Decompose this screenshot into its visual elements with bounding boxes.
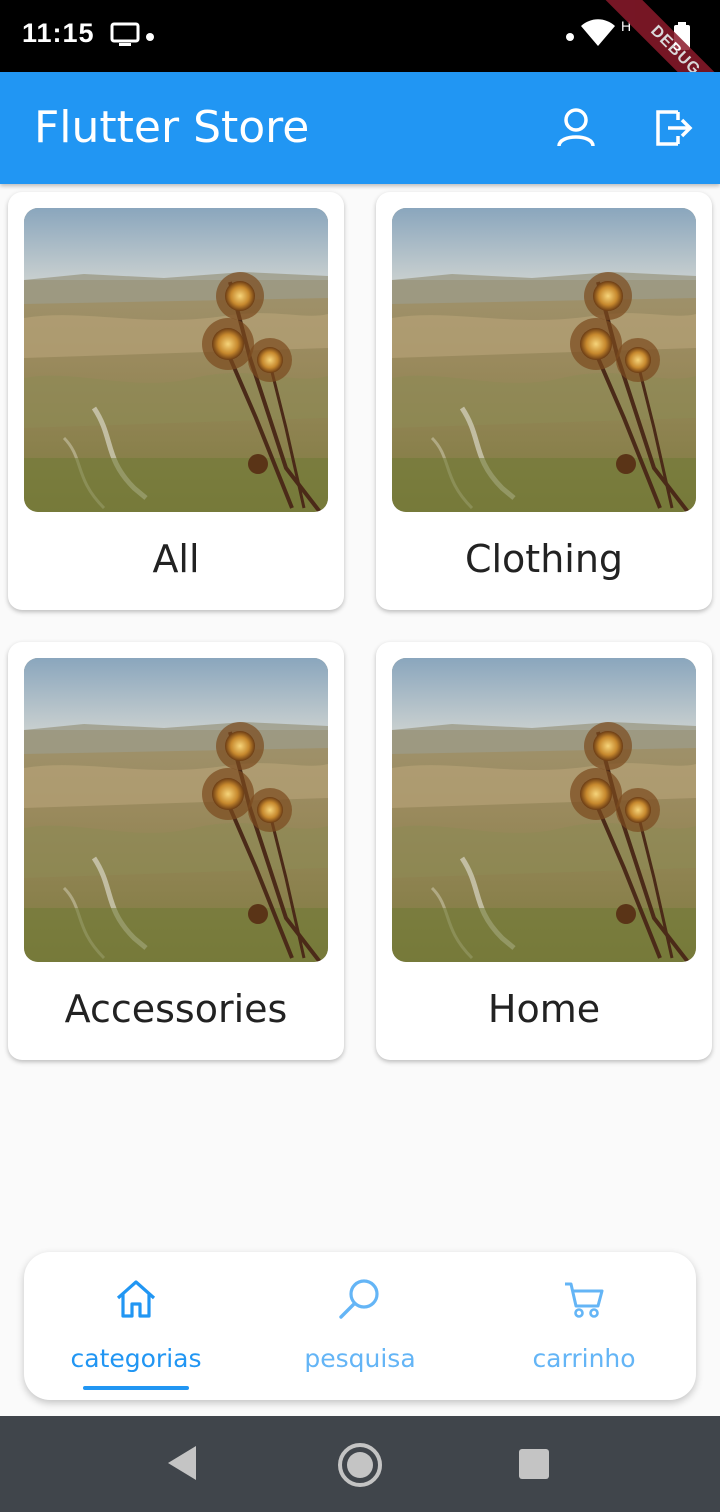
category-image — [24, 208, 328, 512]
notification-dot — [146, 33, 154, 41]
category-image — [24, 658, 328, 962]
home-icon — [116, 1280, 156, 1318]
nav-item-categorias[interactable]: categorias — [24, 1252, 248, 1400]
status-bar: 11:15 H — [0, 0, 720, 72]
category-image — [392, 208, 696, 512]
notification-dot — [566, 33, 574, 41]
search-icon — [339, 1279, 379, 1319]
category-label: Accessories — [64, 987, 288, 1031]
category-card-clothing[interactable]: Clothing — [376, 192, 712, 610]
status-time: 11:15 — [22, 18, 95, 48]
nav-label: categorias — [70, 1344, 202, 1373]
nav-item-carrinho[interactable]: carrinho — [472, 1252, 696, 1400]
bottom-navigation: categorias pesquisa carrinho — [24, 1252, 696, 1400]
back-icon[interactable] — [166, 1444, 198, 1482]
category-image — [392, 658, 696, 962]
category-label: Home — [487, 987, 601, 1031]
home-circle-icon[interactable] — [337, 1442, 383, 1488]
category-card-home[interactable]: Home — [376, 642, 712, 1060]
active-indicator — [83, 1386, 189, 1390]
screen-cast-icon — [110, 22, 140, 46]
app-bar: Flutter Store — [0, 72, 720, 184]
category-card-accessories[interactable]: Accessories — [8, 642, 344, 1060]
network-type-label: H — [621, 18, 632, 34]
nav-item-pesquisa[interactable]: pesquisa — [248, 1252, 472, 1400]
recents-icon[interactable] — [519, 1449, 549, 1479]
nav-label: pesquisa — [304, 1344, 416, 1373]
wifi-icon — [581, 19, 615, 46]
system-navigation-bar — [0, 1416, 720, 1512]
cart-icon — [565, 1282, 604, 1318]
exit-to-app-icon[interactable] — [650, 106, 694, 150]
nav-label: carrinho — [532, 1344, 636, 1373]
person-outline-icon[interactable] — [554, 106, 598, 150]
category-label: Clothing — [464, 537, 624, 581]
battery-icon — [674, 22, 690, 50]
category-card-all[interactable]: All — [8, 192, 344, 610]
app-title: Flutter Store — [34, 102, 310, 153]
category-label: All — [152, 537, 200, 581]
